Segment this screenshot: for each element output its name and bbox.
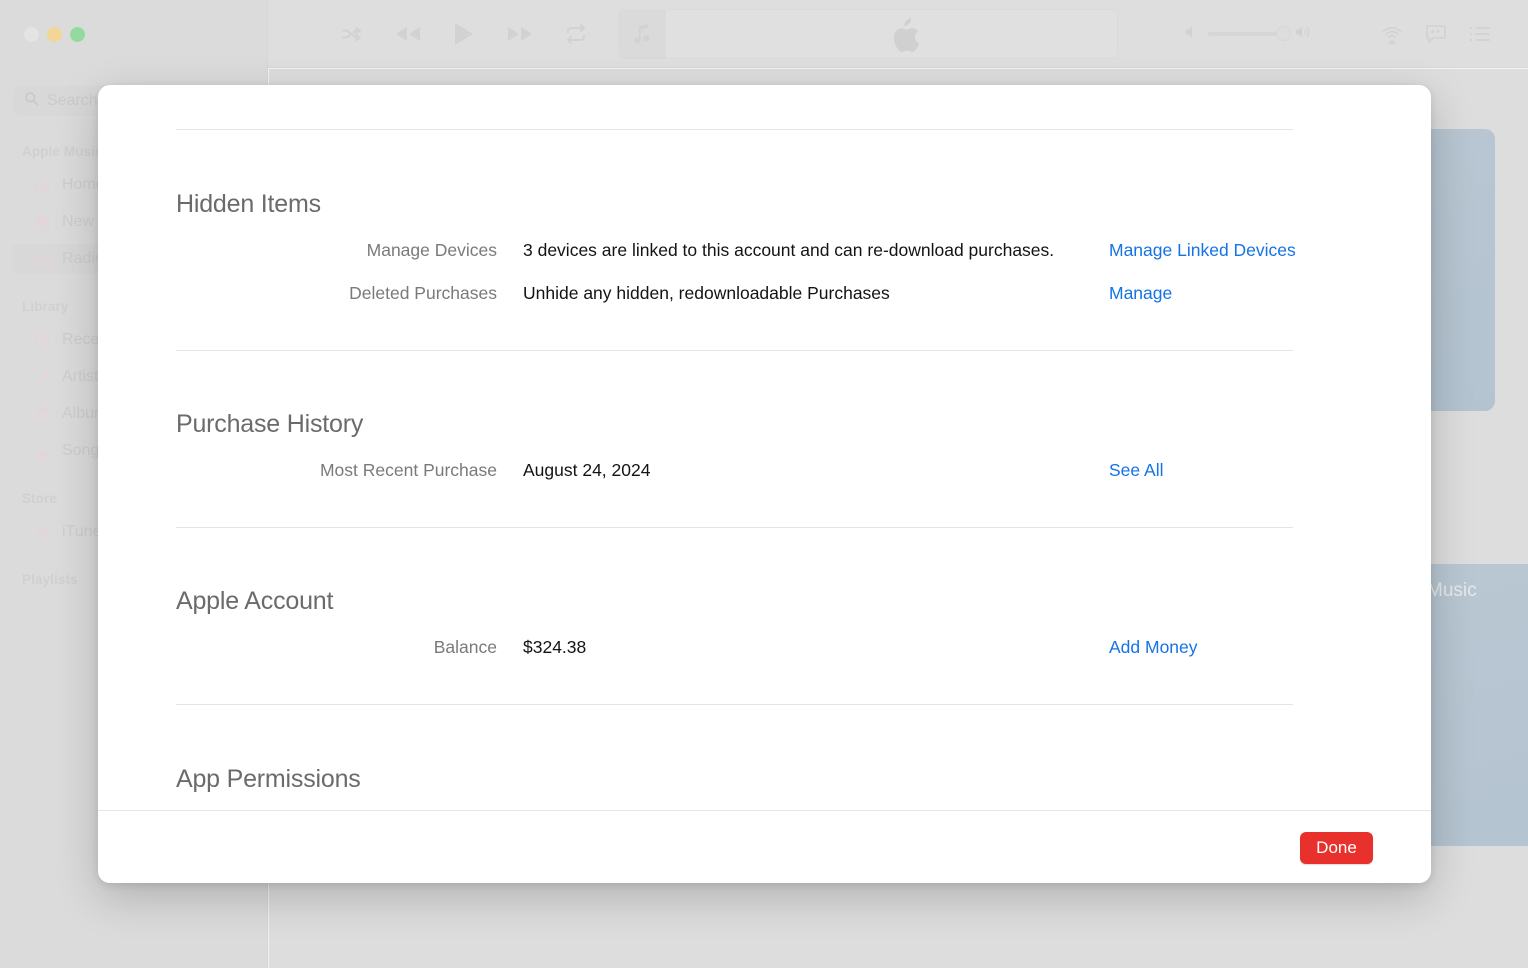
volume-slider[interactable] bbox=[1184, 24, 1314, 45]
account-settings-sheet: Hidden Items Manage Devices 3 devices ar… bbox=[98, 85, 1431, 883]
row-value: $324.38 bbox=[523, 637, 586, 658]
divider bbox=[176, 350, 1293, 351]
radio-broadcast-icon bbox=[32, 249, 52, 269]
divider bbox=[176, 527, 1293, 528]
sidebar-section-apple-music: Apple Music bbox=[22, 144, 103, 159]
next-track-button[interactable] bbox=[504, 18, 536, 50]
station-artwork-label: Music bbox=[1427, 580, 1477, 602]
lyrics-quote-icon[interactable] bbox=[1414, 18, 1458, 50]
section-title-hidden-items: Hidden Items bbox=[176, 190, 321, 219]
traffic-lights bbox=[24, 27, 85, 42]
sidebar-section-library: Library bbox=[22, 299, 68, 314]
airplay-icon[interactable] bbox=[1370, 18, 1414, 50]
microphone-icon bbox=[32, 367, 52, 387]
search-placeholder: Search bbox=[47, 92, 98, 110]
clock-icon bbox=[32, 330, 52, 350]
home-icon bbox=[32, 175, 52, 195]
section-title-app-permissions: App Permissions bbox=[176, 765, 361, 794]
previous-track-button[interactable] bbox=[392, 18, 424, 50]
account-sheet-scroll-area[interactable]: Hidden Items Manage Devices 3 devices ar… bbox=[98, 85, 1431, 810]
music-note-icon bbox=[618, 10, 666, 58]
window-toolbar bbox=[0, 0, 1528, 68]
search-icon bbox=[24, 91, 39, 111]
repeat-icon[interactable] bbox=[560, 18, 592, 50]
close-window-button[interactable] bbox=[24, 27, 39, 42]
row-value: 3 devices are linked to this account and… bbox=[523, 240, 1054, 261]
row-label: Most Recent Purchase bbox=[98, 460, 497, 481]
now-playing-display[interactable] bbox=[618, 9, 1118, 59]
speaker-low-icon bbox=[1184, 24, 1200, 45]
toolbar-right-controls bbox=[1184, 18, 1502, 50]
apple-logo-icon bbox=[887, 18, 921, 54]
done-button[interactable]: Done bbox=[1300, 832, 1373, 864]
row-balance: Balance $324.38 Add Money bbox=[98, 637, 1431, 663]
row-value: Unhide any hidden, redownloadable Purcha… bbox=[523, 283, 890, 304]
section-title-apple-account: Apple Account bbox=[176, 587, 333, 616]
manage-deleted-purchases-link[interactable]: Manage bbox=[1109, 283, 1172, 304]
minimize-window-button[interactable] bbox=[47, 27, 62, 42]
row-label: Deleted Purchases bbox=[98, 283, 497, 304]
row-most-recent-purchase: Most Recent Purchase August 24, 2024 See… bbox=[98, 460, 1431, 486]
shuffle-icon[interactable] bbox=[336, 18, 368, 50]
sidebar-section-playlists: Playlists bbox=[22, 572, 78, 587]
sheet-footer: Done bbox=[98, 810, 1431, 883]
section-title-purchase-history: Purchase History bbox=[176, 410, 363, 439]
maximize-window-button[interactable] bbox=[70, 27, 85, 42]
speaker-high-icon bbox=[1294, 24, 1314, 45]
play-button[interactable] bbox=[448, 18, 480, 50]
queue-list-icon[interactable] bbox=[1458, 18, 1502, 50]
row-label: Balance bbox=[98, 637, 497, 658]
row-label: Manage Devices bbox=[98, 240, 497, 261]
row-manage-devices: Manage Devices 3 devices are linked to t… bbox=[98, 240, 1431, 266]
app-root: Search Apple Music Home bbox=[0, 0, 1528, 968]
star-icon bbox=[32, 522, 52, 542]
grid-icon bbox=[32, 212, 52, 232]
divider bbox=[176, 704, 1293, 705]
see-all-purchases-link[interactable]: See All bbox=[1109, 460, 1163, 481]
volume-knob[interactable] bbox=[1276, 26, 1291, 41]
divider bbox=[176, 129, 1293, 130]
album-icon bbox=[32, 404, 52, 424]
music-note-icon bbox=[32, 441, 52, 461]
transport-controls bbox=[336, 18, 592, 50]
sidebar-section-store: Store bbox=[22, 491, 57, 506]
sidebar-item-label: New bbox=[62, 213, 94, 231]
add-money-link[interactable]: Add Money bbox=[1109, 637, 1198, 658]
manage-linked-devices-link[interactable]: Manage Linked Devices bbox=[1109, 240, 1296, 261]
row-value: August 24, 2024 bbox=[523, 460, 650, 481]
row-deleted-purchases: Deleted Purchases Unhide any hidden, red… bbox=[98, 283, 1431, 309]
volume-track[interactable] bbox=[1208, 32, 1286, 36]
